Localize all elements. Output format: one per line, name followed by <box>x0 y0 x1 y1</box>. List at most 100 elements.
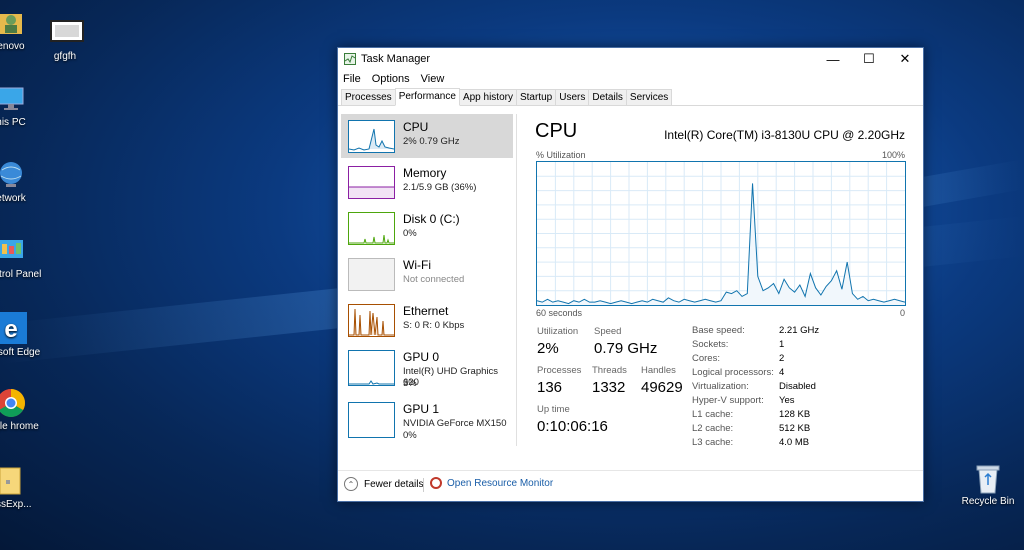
desktop-icon-this-pc[interactable]: his PC <box>0 84 46 129</box>
spec-logical-label: Logical processors: <box>692 367 774 378</box>
chrome-icon <box>0 388 26 418</box>
chart-x-right-label: 0 <box>899 308 905 318</box>
gpu0-thumbnail-graph <box>348 350 395 386</box>
spec-base-speed-value: 2.21 GHz <box>779 325 820 336</box>
sidebar-item-name: Memory <box>403 166 447 180</box>
tab-app-history[interactable]: App history <box>458 89 517 105</box>
utilization-axis-label: % Utilization <box>536 150 586 160</box>
minimize-icon: — <box>826 51 840 67</box>
chevron-up-icon: ⌃ <box>344 477 358 491</box>
tab-startup[interactable]: Startup <box>515 89 557 105</box>
desktop-icon-chrome[interactable]: oogle hrome <box>0 388 46 433</box>
desktop-icon-label: oogle hrome <box>0 421 39 432</box>
sidebar-item-disk[interactable]: Disk 0 (C:) 0% <box>341 206 513 250</box>
sidebar-item-detail: 0% <box>403 228 417 239</box>
sidebar-item-detail: Not connected <box>403 274 465 285</box>
menu-view[interactable]: View <box>421 73 445 85</box>
title-bar[interactable]: Task Manager — ☐ ✕ <box>338 48 923 70</box>
sidebar-item-ethernet[interactable]: Ethernet S: 0 R: 0 Kbps <box>341 298 513 342</box>
maximize-button[interactable]: ☐ <box>851 48 887 70</box>
open-resource-monitor-link[interactable]: Open Resource Monitor <box>430 477 553 489</box>
threads-label: Threads <box>592 365 627 376</box>
desktop-icon-control-panel[interactable]: Control Panel <box>0 236 46 281</box>
desktop-icon-network[interactable]: etwork <box>0 160 46 205</box>
spec-virtualization-label: Virtualization: <box>692 381 749 392</box>
computer-icon <box>0 84 26 114</box>
tab-performance[interactable]: Performance <box>394 88 460 106</box>
utilization-value: 2% <box>537 340 559 357</box>
window-title: Task Manager <box>361 53 431 65</box>
sidebar-item-gpu1[interactable]: GPU 1 NVIDIA GeForce MX150 0% <box>341 396 513 444</box>
threads-value: 1332 <box>592 379 626 396</box>
cpu-chart-svg <box>536 162 906 305</box>
sidebar-item-name: Disk 0 (C:) <box>403 212 460 226</box>
spec-l3-value: 4.0 MB <box>779 437 810 448</box>
sidebar-item-name: CPU <box>403 120 429 134</box>
menu-options[interactable]: Options <box>372 73 410 85</box>
desktop-icon-document[interactable]: gfgfh <box>30 18 100 63</box>
cpu-thumbnail-graph <box>348 120 395 153</box>
sidebar-item-detail: Intel(R) UHD Graphics 620 <box>403 366 499 388</box>
sidebar-item-memory[interactable]: Memory 2.1/5.9 GB (36%) <box>341 160 513 204</box>
maximize-icon: ☐ <box>863 51 875 66</box>
uptime-label: Up time <box>537 404 570 415</box>
desktop-icon-label: Control Panel <box>0 269 42 280</box>
sidebar-item-detail: S: 0 R: 0 Kbps <box>403 320 465 331</box>
control-panel-icon <box>0 236 26 266</box>
close-icon: ✕ <box>899 51 911 66</box>
spec-cores-label: Cores: <box>692 353 720 364</box>
gpu1-thumbnail-graph <box>348 402 395 438</box>
close-button[interactable]: ✕ <box>887 48 923 70</box>
processes-value: 136 <box>537 379 563 396</box>
utilization-label: Utilization <box>537 326 579 337</box>
spec-sockets-label: Sockets: <box>692 339 729 350</box>
task-manager-icon <box>344 53 356 65</box>
sidebar-item-cpu[interactable]: CPU 2% 0.79 GHz <box>341 114 513 158</box>
footer-bar: ⌃ Fewer details Open Resource Monitor <box>338 470 923 500</box>
tab-services[interactable]: Services <box>625 89 673 105</box>
sidebar-item-usage: 0% <box>403 430 417 441</box>
sidebar-divider <box>516 114 517 446</box>
desktop-icon-recycle-bin[interactable]: Recycle Bin <box>953 463 1023 508</box>
sidebar-item-name: GPU 0 <box>403 350 440 364</box>
speed-label: Speed <box>594 326 622 337</box>
resource-monitor-icon <box>430 477 442 489</box>
tab-details[interactable]: Details <box>588 89 627 105</box>
handles-label: Handles <box>641 365 676 376</box>
footer-separator <box>423 478 424 492</box>
disk-thumbnail-graph <box>348 212 395 245</box>
tab-processes[interactable]: Processes <box>341 89 396 105</box>
svg-text:e: e <box>4 316 17 343</box>
spec-l3-label: L3 cache: <box>692 437 734 448</box>
menu-file[interactable]: File <box>343 73 361 85</box>
spec-hyperv-label: Hyper-V support: <box>692 395 764 406</box>
cpu-utilization-chart <box>536 161 906 306</box>
user-folder-icon <box>0 8 26 38</box>
desktop-icon-label: his PC <box>0 117 26 128</box>
tab-users[interactable]: Users <box>555 89 590 105</box>
spec-logical-value: 4 <box>779 367 785 378</box>
sidebar-item-detail: NVIDIA GeForce MX150 <box>403 418 507 429</box>
tab-bar: Processes Performance App history Startu… <box>338 88 923 106</box>
spec-cores-value: 2 <box>779 353 785 364</box>
desktop-icon-edge[interactable]: e icrosoft Edge <box>0 312 46 359</box>
desktop-icon-label: icrosoft Edge <box>0 347 41 358</box>
processes-label: Processes <box>537 365 582 376</box>
desktop-icon-folder[interactable]: essExp... <box>0 466 46 511</box>
sidebar-item-wifi[interactable]: Wi-Fi Not connected <box>341 252 513 296</box>
fewer-details-button[interactable]: ⌃ Fewer details <box>344 477 423 491</box>
sidebar-item-gpu0[interactable]: GPU 0 Intel(R) UHD Graphics 620 3% <box>341 344 513 396</box>
spec-l2-label: L2 cache: <box>692 423 734 434</box>
spec-virtualization-value: Disabled <box>779 381 816 392</box>
sidebar-item-usage: 3% <box>403 378 417 389</box>
spec-hyperv-value: Yes <box>779 395 795 406</box>
handles-value: 49629 <box>641 379 683 396</box>
page-title: CPU <box>535 120 578 142</box>
desktop-icon-label: gfgfh <box>53 51 77 62</box>
folder-icon <box>0 466 26 496</box>
minimize-button[interactable]: — <box>815 48 851 70</box>
chart-x-left-label: 60 seconds <box>536 308 583 318</box>
resource-monitor-label: Open Resource Monitor <box>447 477 554 489</box>
sidebar-item-detail: 2.1/5.9 GB (36%) <box>403 182 477 193</box>
cpu-model-name: Intel(R) Core(TM) i3-8130U CPU @ 2.20GHz <box>664 128 905 142</box>
